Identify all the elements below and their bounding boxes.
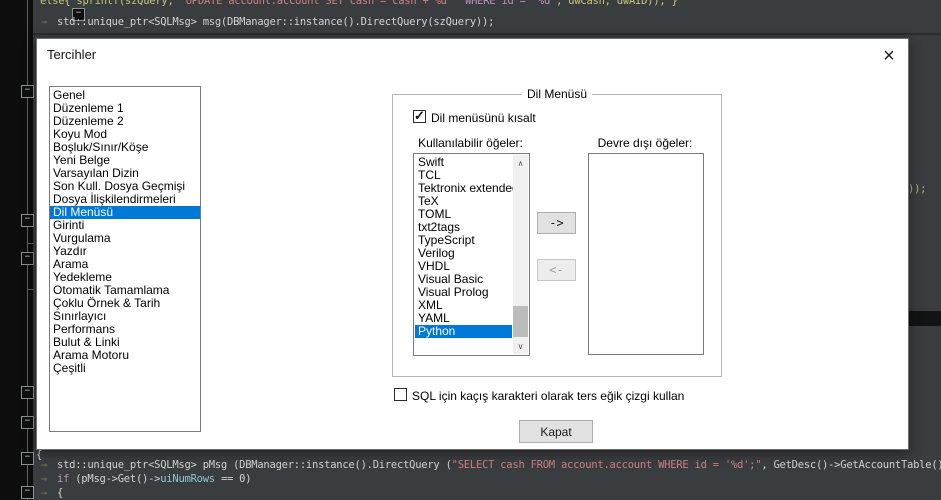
code-fragment-right: )); [908, 183, 926, 195]
fold-collapse-icon[interactable]: − [21, 85, 34, 98]
code-brace: { [57, 487, 63, 499]
scrollbar[interactable]: ∧ ∨ [513, 155, 528, 354]
fold-collapse-icon[interactable]: − [21, 214, 34, 227]
screen: { "colors":{"accent":"#0078d7","editor_b… [0, 0, 941, 500]
fold-end-tick [28, 289, 34, 290]
code-segment: , dwCash, dwAID)); } [556, 0, 677, 7]
move-right-button[interactable]: -> [537, 212, 576, 234]
code-segment: WHERE id = '%d' [459, 0, 556, 7]
code-line-bottom-1: std::unique_ptr<SQLMsg> pMsg (DBManager:… [57, 459, 941, 471]
sql-backslash-checkbox-label: SQL için kaçış karakteri olarak ters eği… [412, 389, 684, 403]
available-items-label: Kullanılabilir öğeler: [413, 136, 528, 150]
editor-fold-gutter: − − − − − − − [0, 0, 33, 500]
category-listbox[interactable]: GenelDüzenleme 1Düzenleme 2Koyu ModBoşlu… [49, 86, 201, 432]
tab-arrow-icon: → [41, 459, 47, 471]
shorten-menu-checkbox-label: Dil menüsünü kısalt [431, 111, 536, 125]
preferences-dialog: Tercihler × GenelDüzenleme 1Düzenleme 2K… [36, 38, 909, 450]
move-left-button[interactable]: <- [537, 259, 576, 281]
fold-collapse-icon[interactable]: − [21, 416, 34, 429]
groupbox-title: Dil Menüsü [522, 87, 592, 101]
code-segment: "UPDATE account.account SET cash = cash … [180, 0, 459, 7]
fold-collapse-icon[interactable]: − [21, 386, 34, 399]
editor-dark-band [907, 311, 941, 326]
code-line-clipped: else{ sprintf(szQuery, "UPDATE account.a… [36, 0, 756, 9]
available-items-listbox[interactable]: SwiftTCLTektronix extendedTeXTOMLtxt2tag… [413, 153, 530, 356]
check-icon: ✓ [414, 108, 425, 124]
tab-arrow-icon: → [41, 487, 47, 499]
dialog-top-shadow [33, 33, 941, 35]
scrollbar-thumb[interactable] [513, 306, 528, 337]
tab-arrow-icon: → [41, 16, 47, 28]
code-line-bottom-2: if (pMsg->Get()->uiNumRows == 0) [57, 473, 251, 485]
close-dialog-button[interactable]: Kapat [519, 420, 593, 443]
category-item[interactable]: Çeşitli [50, 362, 200, 375]
code-segment: else{ sprintf(szQuery, [40, 0, 180, 7]
tab-arrow-icon: → [41, 473, 47, 485]
fold-collapse-icon[interactable]: − [21, 252, 34, 265]
disabled-items-listbox[interactable] [588, 153, 704, 355]
close-icon[interactable]: × [875, 43, 903, 69]
available-item[interactable]: Python [415, 325, 512, 338]
sql-backslash-checkbox[interactable] [394, 388, 407, 401]
dialog-title: Tercihler [47, 47, 96, 62]
fold-collapse-icon[interactable]: − [21, 452, 34, 465]
scroll-up-icon[interactable]: ∧ [513, 155, 528, 171]
fold-end-tick [28, 243, 34, 244]
code-line-top: std::unique_ptr<SQLMsg> msg(DBManager::i… [57, 16, 494, 28]
fold-collapse-icon[interactable]: − [21, 486, 34, 499]
scroll-down-icon[interactable]: ∨ [513, 338, 528, 354]
shorten-menu-checkbox[interactable]: ✓ [413, 110, 426, 123]
disabled-items-label: Devre dışı öğeler: [583, 136, 707, 150]
